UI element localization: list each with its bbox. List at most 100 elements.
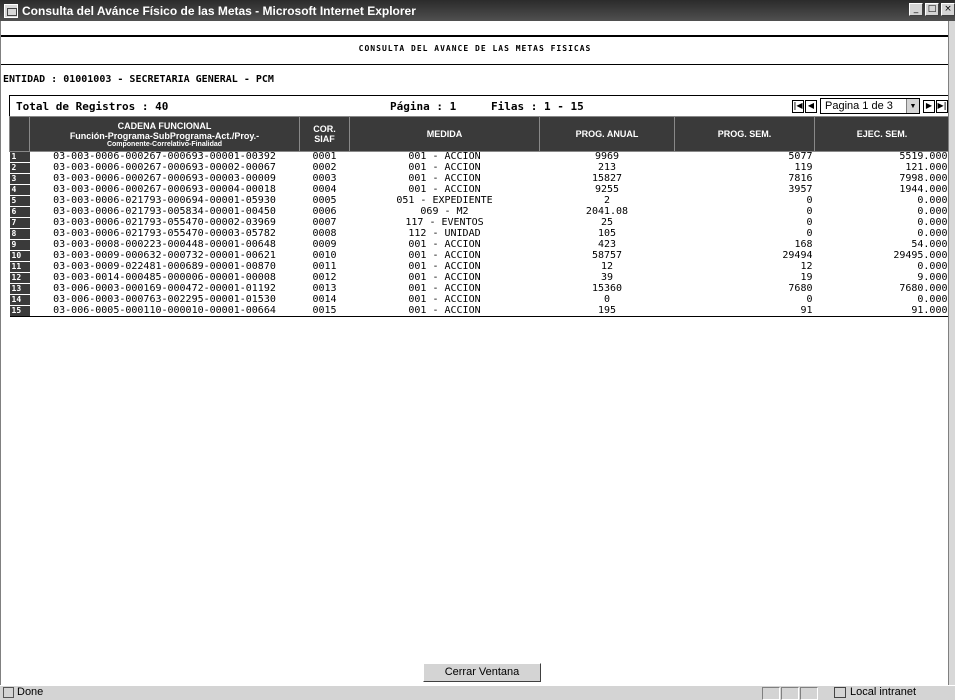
minimize-button[interactable]: _ bbox=[909, 3, 923, 16]
prog-anual-cell: 423 bbox=[597, 239, 617, 250]
entity-label: ENTIDAD : 01001003 - SECRETARIA GENERAL … bbox=[3, 74, 274, 85]
ejec-sem-cell: 91.000 bbox=[814, 305, 950, 317]
intranet-zone-icon bbox=[834, 687, 846, 698]
prog-sem-cell: 7680 bbox=[788, 283, 813, 294]
total-records: Total de Registros : 40 bbox=[16, 100, 169, 113]
row-index: 15 bbox=[9, 305, 30, 317]
page-select[interactable]: Pagina 1 de 3 ▼ bbox=[820, 98, 920, 114]
cadena-cell: 03-003-0009-000632-000732-00001-00621 bbox=[53, 250, 276, 261]
current-page: Página : 1 bbox=[390, 100, 457, 113]
medida-cell: 001 - ACCION bbox=[408, 151, 481, 163]
prog-anual-cell: 9969 bbox=[594, 151, 620, 163]
table-row: 1 03-003-0006-000267-000693-00001-00392 … bbox=[9, 151, 950, 163]
page-done-icon bbox=[3, 687, 14, 698]
row-index: 4 bbox=[9, 184, 30, 196]
maximize-button[interactable]: □ bbox=[925, 3, 939, 16]
row-index: 11 bbox=[9, 261, 30, 273]
table-row: 9 03-003-0008-000223-000448-00001-00648 … bbox=[9, 239, 950, 251]
cadena-cell: 03-003-0006-000267-000693-00004-00018 bbox=[53, 184, 276, 195]
cadena-header-line2: Función-Programa-SubPrograma-Act./Proy.- bbox=[69, 130, 260, 141]
page-content: CONSULTA DEL AVANCE DE LAS METAS FISICAS… bbox=[0, 21, 950, 685]
pager: |◀ ◀ Pagina 1 de 3 ▼ ▶ ▶| bbox=[792, 97, 948, 115]
prev-page-icon[interactable]: ◀ bbox=[805, 99, 817, 113]
cadena-cell: 03-003-0008-000223-000448-00001-00648 bbox=[53, 239, 276, 250]
chevron-down-icon[interactable]: ▼ bbox=[906, 99, 919, 113]
ejec-sem-cell: 7998.000 bbox=[899, 173, 948, 184]
ejec-sem-header: EJEC. SEM. bbox=[814, 116, 950, 152]
header-divider-top bbox=[1, 35, 949, 37]
prog-anual-header: PROG. ANUAL bbox=[539, 116, 675, 152]
vertical-scrollbar[interactable] bbox=[948, 21, 955, 685]
ejec-sem-cell: 0.000 bbox=[917, 228, 948, 239]
row-index: 9 bbox=[9, 239, 30, 251]
ejec-sem-cell: 5519.000 bbox=[899, 151, 948, 163]
row-index: 14 bbox=[9, 294, 30, 306]
close-window-page-button[interactable]: Cerrar Ventana bbox=[423, 663, 541, 682]
cadena-header-line3: Componente-Correlativo-Finalidad bbox=[106, 140, 223, 148]
cadena-cell: 03-003-0006-000267-000693-00003-00009 bbox=[53, 173, 276, 184]
row-index: 7 bbox=[9, 217, 30, 229]
table-row: 10 03-003-0009-000632-000732-00001-00621… bbox=[9, 250, 950, 262]
prog-anual-cell: 15827 bbox=[591, 173, 623, 184]
prog-anual-cell: 0 bbox=[603, 294, 611, 305]
close-window-button[interactable]: × bbox=[941, 3, 955, 16]
table-row: 12 03-003-0014-000485-000006-00001-00008… bbox=[9, 272, 950, 284]
prog-sem-cell: 5077 bbox=[788, 151, 813, 163]
metas-table: CADENA FUNCIONAL Función-Programa-SubPro… bbox=[9, 116, 950, 317]
ejec-sem-cell: 0.000 bbox=[917, 217, 948, 228]
ejec-sem-cell: 29495.000 bbox=[893, 250, 948, 261]
last-page-icon[interactable]: ▶| bbox=[936, 99, 948, 113]
table-row: 4 03-003-0006-000267-000693-00004-00018 … bbox=[9, 184, 950, 196]
cadena-cell: 03-003-0014-000485-000006-00001-00008 bbox=[53, 272, 276, 283]
table-row: 13 03-006-0003-000169-000472-00001-01192… bbox=[9, 283, 950, 295]
cadena-cell: 03-003-0009-022481-000689-00001-00870 bbox=[53, 261, 276, 272]
table-row: 5 03-003-0006-021793-000694-00001-05930 … bbox=[9, 195, 950, 207]
first-page-icon[interactable]: |◀ bbox=[792, 99, 804, 113]
status-bar: Done Local intranet bbox=[0, 685, 955, 700]
prog-sem-cell: 29494 bbox=[782, 250, 813, 261]
ejec-sem-cell: 9.000 bbox=[917, 272, 948, 283]
cadena-cell: 03-003-0006-000267-000693-00002-00067 bbox=[53, 162, 276, 173]
cadena-cell: 03-003-0006-021793-000694-00001-05930 bbox=[53, 195, 276, 206]
prog-sem-cell: 91 bbox=[674, 305, 815, 317]
table-row: 6 03-003-0006-021793-005834-00001-00450 … bbox=[9, 206, 950, 218]
row-index: 10 bbox=[9, 250, 30, 262]
page-select-value: Pagina 1 de 3 bbox=[825, 100, 893, 112]
window-titlebar: Consulta del Avánce Físico de las Metas … bbox=[0, 0, 955, 21]
medida-cell: 117 - EVENTOS bbox=[405, 217, 484, 228]
cor-cell: 0001 bbox=[312, 151, 337, 163]
cor-cell: 0008 bbox=[312, 228, 337, 239]
prog-anual-cell: 2 bbox=[603, 195, 611, 206]
summary-bar: Total de Registros : 40 Página : 1 Filas… bbox=[9, 95, 949, 116]
status-text: Done bbox=[17, 686, 44, 698]
prog-sem-cell: 7816 bbox=[788, 173, 813, 184]
medida-cell: 001 - ACCION bbox=[408, 162, 481, 173]
ejec-sem-cell: 0.000 bbox=[917, 206, 948, 217]
cor-cell: 0014 bbox=[312, 294, 337, 305]
cor-cell: 0013 bbox=[312, 283, 337, 294]
cor-cell: 0004 bbox=[312, 184, 337, 195]
prog-anual-cell: 213 bbox=[597, 162, 617, 173]
cadena-cell: 03-006-0003-000763-002295-00001-01530 bbox=[53, 294, 276, 305]
medida-cell: 001 - ACCION bbox=[408, 239, 481, 250]
medida-cell: 001 - ACCION bbox=[408, 261, 481, 272]
cor-cell: 0009 bbox=[312, 239, 337, 250]
window-title: Consulta del Avánce Físico de las Metas … bbox=[22, 3, 416, 18]
header-divider-bottom bbox=[1, 64, 949, 65]
prog-anual-cell: 105 bbox=[597, 228, 617, 239]
row-index: 13 bbox=[9, 283, 30, 295]
row-index: 6 bbox=[9, 206, 30, 218]
ejec-sem-cell: 54.000 bbox=[911, 239, 948, 250]
next-page-icon[interactable]: ▶ bbox=[923, 99, 935, 113]
cadena-header: CADENA FUNCIONAL Función-Programa-SubPro… bbox=[29, 116, 300, 152]
row-index: 12 bbox=[9, 272, 30, 284]
cadena-cell: 03-006-0005-000110-000010-00001-00664 bbox=[29, 305, 300, 317]
medida-cell: 001 - ACCION bbox=[408, 283, 481, 294]
table-header-row: CADENA FUNCIONAL Función-Programa-SubPro… bbox=[9, 116, 950, 152]
prog-anual-cell: 58757 bbox=[591, 250, 623, 261]
cadena-cell: 03-006-0003-000169-000472-00001-01192 bbox=[53, 283, 276, 294]
table-row: 7 03-003-0006-021793-055470-00002-03969 … bbox=[9, 217, 950, 229]
table-row: 2 03-003-0006-000267-000693-00002-00067 … bbox=[9, 162, 950, 174]
cor-cell: 0002 bbox=[312, 162, 337, 173]
medida-cell: 051 - EXPEDIENTE bbox=[396, 195, 493, 206]
